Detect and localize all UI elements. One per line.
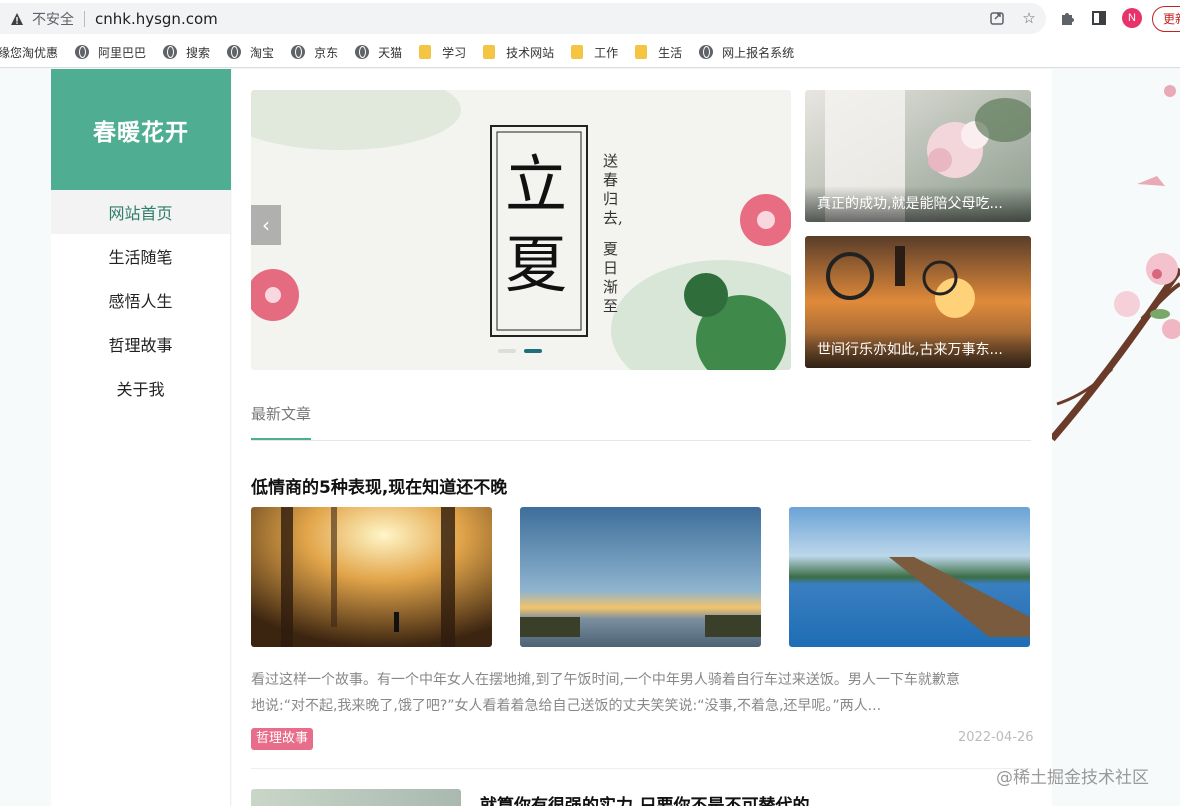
warning-icon[interactable] — [10, 12, 24, 26]
folder-icon — [483, 45, 496, 59]
bookmark-item[interactable]: 缘您淘优惠 — [0, 44, 58, 61]
main-content: 立 夏 送春归去, 夏日渐至 ‹ 真正的成功,就是能陪父母吃... 世间行乐亦如… — [232, 69, 1052, 806]
article-thumbnail[interactable] — [789, 507, 1030, 647]
globe-icon — [291, 45, 306, 59]
article-thumbnail[interactable] — [520, 507, 761, 647]
feature-card[interactable]: 真正的成功,就是能陪父母吃... — [805, 90, 1031, 222]
sidebar: 春暖花开 网站首页 生活随笔 感悟人生 哲理故事 关于我 — [51, 69, 231, 806]
chevron-left-icon: ‹ — [262, 213, 270, 237]
profile-avatar[interactable]: N — [1122, 8, 1142, 28]
article-thumbnail[interactable] — [251, 789, 461, 806]
watermark: @稀土掘金技术社区 — [996, 768, 1149, 788]
site-logo[interactable]: 春暖花开 — [51, 69, 231, 190]
lake-pier-photo — [789, 507, 1030, 647]
globe-icon — [75, 45, 90, 59]
feature-caption[interactable]: 真正的成功,就是能陪父母吃... — [805, 186, 1031, 222]
nav-item-home[interactable]: 网站首页 — [51, 190, 230, 234]
folder-icon — [635, 45, 648, 59]
article-title[interactable]: 低情商的5种表现,现在知道还不晚 — [251, 473, 507, 498]
carousel-prev-button[interactable]: ‹ — [251, 205, 281, 245]
side-panel-icon[interactable] — [1090, 9, 1108, 27]
update-button[interactable]: 更新 — [1152, 6, 1180, 32]
bookmark-item[interactable]: 京东 — [291, 44, 338, 61]
carousel-dot[interactable] — [498, 349, 516, 353]
nav-item-life-insights[interactable]: 感悟人生 — [51, 278, 230, 322]
article-thumbnails — [251, 507, 1030, 647]
address-bar[interactable]: 不安全 cnhk.hysgn.com ☆ — [0, 3, 1046, 34]
bookmark-folder[interactable]: 工作 — [571, 44, 618, 61]
bookmark-item[interactable]: 搜索 — [163, 44, 210, 61]
article-title[interactable]: 就算你有很强的实力,只要你不是不可替代的 — [480, 791, 809, 806]
bookmark-item[interactable]: 天猫 — [355, 44, 402, 61]
bookmark-item[interactable]: 网上报名系统 — [699, 44, 794, 61]
bookmark-item[interactable]: 淘宝 — [227, 44, 274, 61]
separator — [84, 10, 85, 27]
nav-item-philosophy-stories[interactable]: 哲理故事 — [51, 322, 230, 366]
article-thumbnail[interactable] — [251, 507, 492, 647]
excerpt-line: 看过这样一个故事。有一个中年女人在摆地摊,到了午饭时间,一个中年男人骑着自行车过… — [251, 672, 960, 688]
share-icon[interactable] — [988, 9, 1006, 27]
bookmarks-bar: 缘您淘优惠 阿里巴巴 搜索 淘宝 京东 天猫 学习 技术网站 工作 生活 网上报… — [0, 37, 1180, 68]
section-header: 最新文章 — [251, 403, 1031, 441]
excerpt-line: 地说:“对不起,我来晚了,饿了吧?”女人看着着急给自己送饭的丈夫笑笑说:“没事,… — [251, 698, 882, 714]
carousel-indicators — [498, 349, 542, 353]
bookmark-folder[interactable]: 生活 — [635, 44, 682, 61]
globe-icon — [355, 45, 370, 59]
banner-poem-col-2: 夏日渐至 — [603, 240, 619, 315]
article-excerpt: 看过这样一个故事。有一个中年女人在摆地摊,到了午饭时间,一个中年男人骑着自行车过… — [251, 667, 1031, 719]
globe-icon — [699, 45, 714, 59]
url-text[interactable]: cnhk.hysgn.com — [95, 10, 218, 28]
globe-icon — [163, 45, 178, 59]
category-tag[interactable]: 哲理故事 — [251, 728, 314, 750]
security-label[interactable]: 不安全 — [32, 9, 74, 29]
browser-toolbar: 不安全 cnhk.hysgn.com ☆ N 更新 — [0, 0, 1180, 37]
extensions-icon[interactable] — [1058, 9, 1076, 27]
blossom-branch-image — [1052, 85, 1180, 442]
nav-item-about[interactable]: 关于我 — [51, 366, 230, 410]
bookmark-folder[interactable]: 学习 — [419, 44, 466, 61]
section-title[interactable]: 最新文章 — [251, 403, 312, 440]
sky-lake-photo — [520, 507, 761, 647]
bookmark-item[interactable]: 阿里巴巴 — [75, 44, 146, 61]
bookmark-folder[interactable]: 技术网站 — [483, 44, 554, 61]
star-icon[interactable]: ☆ — [1020, 9, 1038, 27]
folder-icon — [571, 45, 584, 59]
banner-title-char-1: 立 — [505, 148, 568, 221]
nav-item-life-notes[interactable]: 生活随笔 — [51, 234, 230, 278]
banner-title-char-2: 夏 — [505, 228, 568, 301]
globe-icon — [227, 45, 242, 59]
folder-icon — [419, 45, 432, 59]
forest-light-photo — [251, 507, 492, 647]
feature-card[interactable]: 世间行乐亦如此,古来万事东... — [805, 236, 1031, 368]
banner-poem-col-1: 送春归去, — [603, 152, 623, 227]
article-date: 2022-04-26 — [958, 730, 1034, 745]
carousel-dot-active[interactable] — [524, 349, 542, 353]
divider — [251, 768, 1031, 769]
feature-caption[interactable]: 世间行乐亦如此,古来万事东... — [805, 332, 1031, 368]
banner-carousel[interactable]: 立 夏 送春归去, 夏日渐至 ‹ — [251, 90, 791, 370]
